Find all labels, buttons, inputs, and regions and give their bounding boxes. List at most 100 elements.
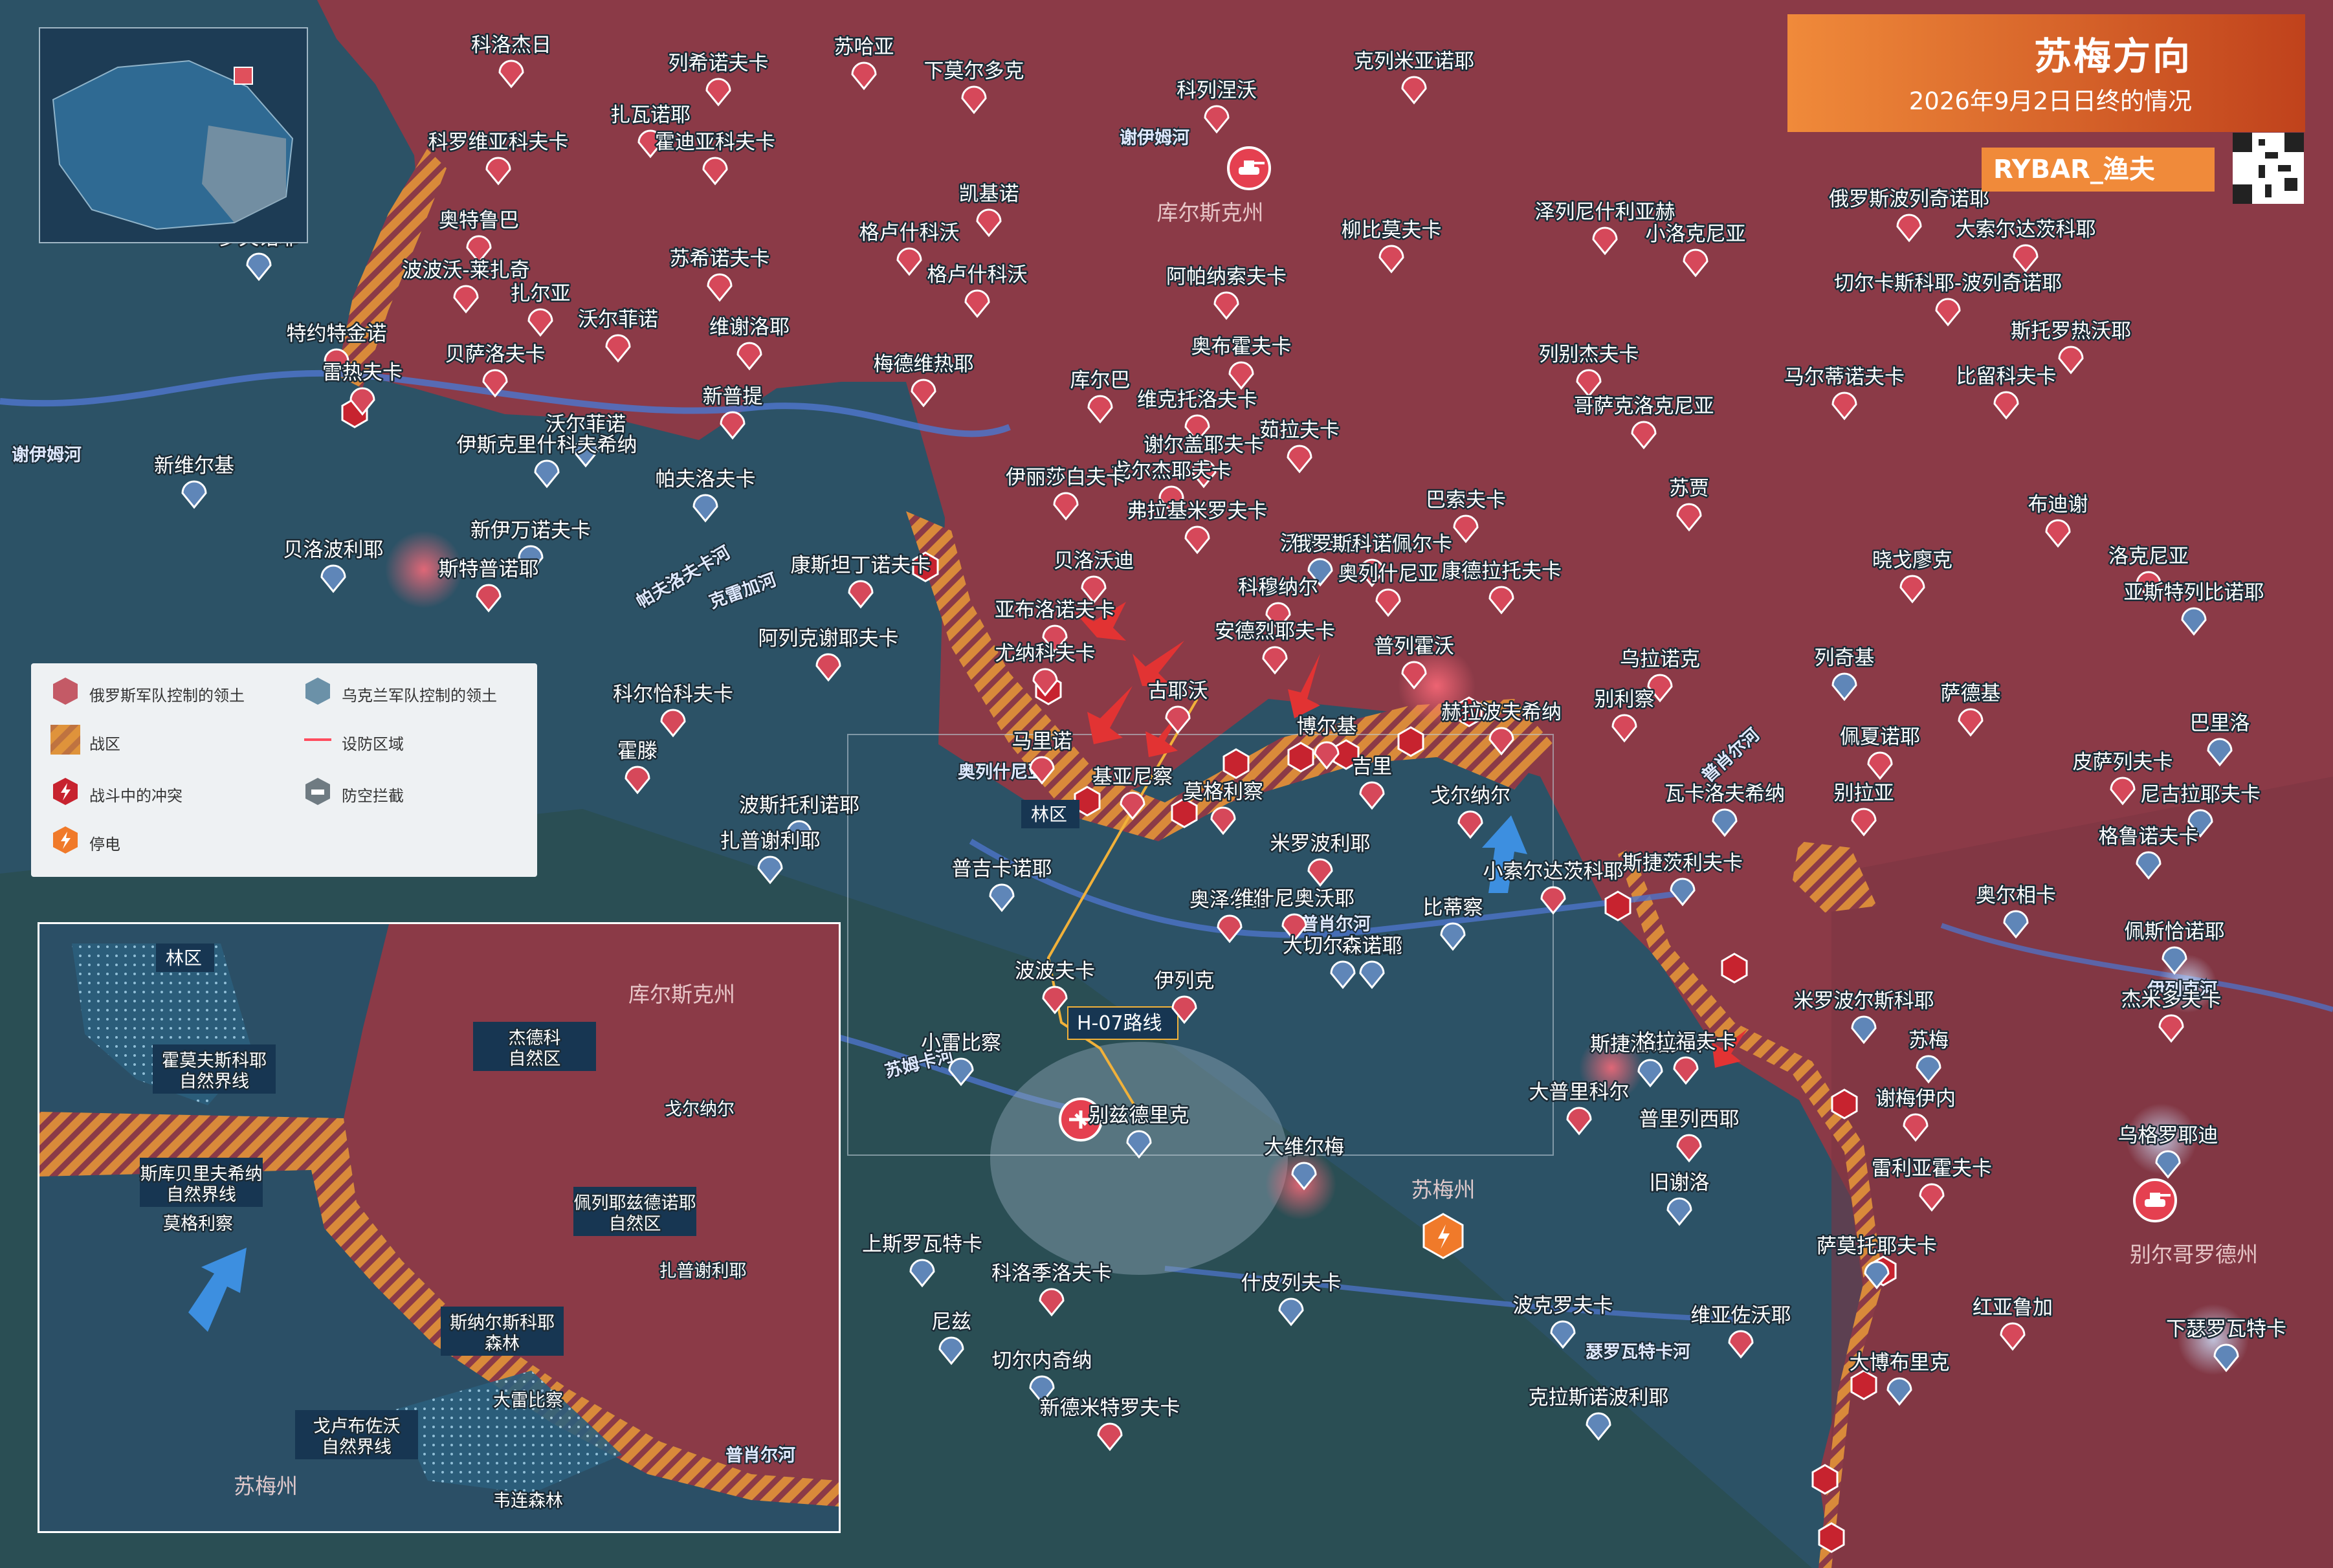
settlement-label: 佩夏诺耶 [1840,725,1920,749]
settlement-label: 新普提 [703,385,763,408]
map-subtitle: 2026年9月2日日终的情况 [1908,87,2192,115]
inset-label-text: 自然界线 [179,1072,249,1092]
overview-minimap [39,27,308,243]
inset-label: 扎普谢利耶 [658,1260,748,1283]
blackout-icon [1422,1213,1464,1259]
inset-region-kursk: 库尔斯克州 [628,982,735,1007]
clash-marker [1811,1464,1839,1495]
settlement-label: 尤纳科夫卡 [995,642,1096,665]
inset-label: 斯纳尔斯科耶森林 [441,1307,564,1356]
settlement-label: 霍滕 [617,740,658,763]
settlement-label: 克列米亚诺耶 [1354,50,1474,73]
river-syrovatka-label: 瑟罗瓦特卡河 [1586,1342,1690,1362]
settlement-label: 莫格利察 [1183,780,1263,804]
inset-map: 林区 库尔斯克州 苏梅州 普肖尔河 霍莫夫斯科耶 自然界线斯库贝里夫希纳 自然界线莫… [38,922,841,1533]
inset-label: 霍莫夫斯科耶自然界线 [153,1044,276,1094]
settlement-label: 大博布里克 [1850,1351,1950,1375]
settlement-label: 维什尼奥沃耶 [1234,887,1354,911]
river-seym-label: 谢伊姆河 [1120,128,1189,148]
inset-label: 佩列耶兹德诺耶自然区 [572,1187,698,1236]
settlement-label: 扎普谢利耶 [720,830,821,853]
settlement-label: 尼古拉耶夫卡 [2140,783,2261,806]
settlement-label: 巴里洛 [2190,712,2250,735]
inset-label: 大雷比察 [492,1389,565,1413]
settlement-label: 杰米多夫卡 [2121,988,2222,1011]
settlement-label: 普里列西耶 [1639,1108,1740,1131]
inset-svg: 林区 库尔斯克州 苏梅州 普肖尔河 霍莫夫斯科耶自然界线斯库贝里夫希纳 自然界线莫… [39,924,839,1531]
legend-swatch-russian [53,678,78,705]
settlement-label: 奥特鲁巴 [439,209,519,232]
settlement-label: 别兹德里克 [1089,1104,1189,1127]
legend-combat-label: 战区 [89,735,120,753]
settlement-label: 巴索夫卡 [1426,489,1506,512]
settlement-label: 戈尔杰耶夫卡 [1111,459,1232,483]
inset-river-label: 普肖尔河 [725,1445,795,1466]
settlement-label: 科列涅沃 [1177,79,1257,102]
settlement-label: 茹拉夫卡 [1259,419,1340,442]
settlement-label: 大普里科尔 [1529,1081,1630,1104]
clash-marker [1818,1522,1845,1553]
inset-label: 杰德科自然区 [473,1022,596,1071]
legend-clash-label: 战斗中的冲突 [89,787,182,805]
settlement-label: 雷热夫卡 [322,361,403,384]
brand-badge[interactable]: RYBAR_渔夫 [1982,148,2215,192]
settlement-label: 古耶沃 [1148,679,1208,703]
settlement-label: 雷利亚霍夫卡 [1872,1157,1992,1180]
settlement-label: 凯基诺 [959,182,1019,206]
settlement-label: 扎尔亚 [511,282,571,305]
settlement-label: 格鲁诺夫卡 [2099,825,2199,848]
settlement-label: 晓戈廖克 [1872,549,1952,572]
qr-code-image [2233,133,2304,204]
air-defense-icon [305,778,330,805]
settlement-label: 比留科夫卡 [1956,365,2057,388]
settlement-label: 博尔基 [1297,715,1357,738]
settlement-label: 科洛季洛夫卡 [991,1262,1112,1285]
settlement-label: 上斯罗瓦特卡 [862,1233,982,1256]
settlement-label: 吉里 [1352,755,1392,778]
river-psel-label: 普肖尔河 [1301,914,1371,934]
settlement-label: 俄罗斯波列奇诺耶 [1829,188,1989,211]
inset-label-text: 斯库贝里夫希纳 [140,1164,263,1184]
legend-ukrainian-label: 乌克兰军队控制的领土 [342,687,497,705]
inset-label-text: 霍莫夫斯科耶 [162,1051,267,1071]
settlement-label: 下莫尔多克 [924,60,1024,83]
inset-label: 戈卢布佐沃自然界线 [295,1410,418,1459]
settlement-label: 梅德维热耶 [874,353,974,376]
settlement-label: 贝萨洛夫卡 [445,343,546,366]
settlement-label: 米罗波利耶 [1270,832,1371,856]
settlement-label: 格卢什科沃 [927,263,1028,287]
settlement-label: 苏贾 [1669,477,1709,500]
clash-marker [1831,1088,1858,1120]
settlement-label: 阿帕纳索夫卡 [1166,265,1287,289]
settlement-label: 米罗波尔斯科耶 [1794,989,1934,1013]
settlement-label: 克拉斯诺波利耶 [1529,1386,1669,1409]
settlement-label: 苏梅 [1908,1029,1949,1052]
settlement-label: 亚布洛诺夫卡 [995,599,1115,622]
settlement-label: 维亚佐沃耶 [1691,1304,1791,1327]
inset-region-sumy: 苏梅州 [234,1474,298,1499]
settlement-label: 森诺耶 [1342,934,1402,958]
settlement-label: 苏希诺夫卡 [670,247,770,271]
qr-code [2233,133,2304,204]
settlement-label: 科洛杰日 [471,34,551,57]
clash-icon [53,778,78,805]
settlement-label: 什皮列夫卡 [1241,1272,1342,1295]
settlement-label: 列别杰夫卡 [1539,343,1639,366]
settlement-label: 下瑟罗瓦特卡 [2166,1318,2286,1341]
settlement-label: 斯托罗热沃耶 [2011,320,2131,343]
inset-label: 莫格利察 [162,1213,235,1236]
settlement-label: 大索尔达茨科耶 [1956,218,2096,241]
settlement-label: 格卢什科沃 [859,221,960,245]
settlement-label: 伊列克 [1155,969,1215,993]
legend-swatch-combat [50,725,80,755]
road-h07-tag: H-07路线 [1067,1006,1178,1040]
settlement-label: 康斯坦丁诺夫卡 [791,554,931,577]
settlement-label: 佩斯恰诺耶 [2125,920,2225,944]
inset-forest-tag: 林区 [166,947,202,969]
clash-marker [1604,890,1631,922]
settlement-label: 大维尔梅 [1264,1136,1344,1159]
tag-forest: 林区 [156,944,214,972]
settlement-label: 俄罗斯科诺佩尔卡 [1292,533,1452,556]
settlement-label: 亚斯特列比诺耶 [2124,581,2264,604]
settlement-label: 泽列尼什利亚赫 [1535,201,1675,224]
